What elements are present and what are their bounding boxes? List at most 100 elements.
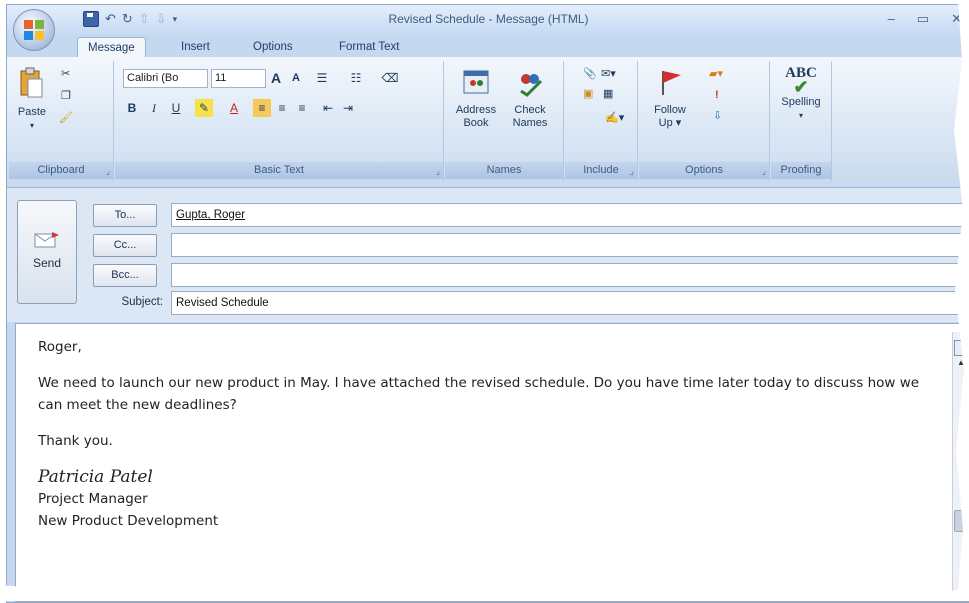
font-size-box[interactable]: 11 — [211, 69, 266, 88]
check-names-icon — [520, 74, 543, 97]
format-painter-icon[interactable]: 🖌 — [59, 111, 73, 124]
dialog-launcher-icon[interactable]: ⌟ — [106, 166, 110, 177]
redo-icon[interactable]: ↻ — [122, 11, 133, 27]
body-paragraph: We need to launch our new product in May… — [38, 375, 920, 413]
group-basic-text: Calibri (Bo 11 A A ☰ ☷ ⌫ B I U ✎ A ≡ ≡ ≡… — [115, 61, 444, 181]
dialog-launcher-icon[interactable]: ⌟ — [762, 166, 766, 177]
grow-font-button[interactable]: A — [267, 69, 285, 87]
align-left-icon[interactable]: ≡ — [253, 99, 271, 117]
cc-button[interactable]: Cc... — [93, 234, 157, 257]
bcc-button[interactable]: Bcc... — [93, 264, 157, 287]
vertical-scrollbar[interactable]: ▲ — [952, 332, 969, 601]
signature-department: New Product Development — [38, 513, 219, 529]
cc-field[interactable] — [171, 233, 969, 257]
paste-icon — [20, 67, 43, 98]
tab-options[interactable]: Options — [243, 37, 303, 57]
outlook-message-window: ↶ ↻ ⇧ ⇩ ▾ Revised Schedule - Message (HT… — [6, 4, 969, 603]
previous-item-icon[interactable]: ⇧ — [139, 11, 150, 27]
scroll-thumb[interactable] — [954, 510, 969, 532]
calendar-icon[interactable]: ▦ — [603, 87, 613, 100]
window-title: Revised Schedule - Message (HTML) — [388, 12, 589, 26]
tab-format-text[interactable]: Format Text — [329, 37, 410, 57]
bcc-field[interactable] — [171, 263, 969, 287]
ribbon-tabs: Message Insert Options Format Text — [7, 35, 969, 58]
signature-name: Patricia Patel — [38, 467, 153, 487]
italic-button[interactable]: I — [145, 99, 163, 117]
tab-insert[interactable]: Insert — [171, 37, 220, 57]
bullets-icon[interactable]: ☰ — [313, 69, 331, 87]
align-right-icon[interactable]: ≡ — [293, 99, 311, 117]
window-controls: – ▭ ✕ — [888, 11, 962, 27]
address-book-icon — [463, 70, 489, 94]
office-button[interactable] — [13, 9, 55, 51]
address-book-button[interactable]: Address Book — [451, 67, 501, 130]
view-ruler-icon[interactable] — [954, 340, 968, 356]
follow-up-button[interactable]: Follow Up ▾ — [645, 67, 695, 130]
group-label-options: Options — [639, 162, 769, 179]
decrease-indent-icon[interactable]: ⇤ — [319, 99, 337, 117]
categorize-icon[interactable]: ▰▾ — [709, 67, 723, 80]
maximize-icon[interactable]: ▭ — [917, 11, 929, 27]
scroll-up-icon[interactable]: ▲ — [953, 358, 969, 372]
underline-button[interactable]: U — [167, 99, 185, 117]
chevron-down-icon: ▾ — [29, 121, 34, 130]
check-names-button[interactable]: Check Names — [505, 67, 555, 130]
message-text: Roger, We need to launch our new product… — [38, 336, 929, 532]
group-names: Address Book Check Names Names — [445, 61, 564, 181]
spelling-icon: ABC ✔ — [785, 65, 817, 97]
dialog-launcher-icon[interactable]: ⌟ — [630, 166, 634, 177]
low-importance-icon[interactable]: ⇩ — [713, 109, 722, 122]
cut-icon[interactable]: ✂ — [61, 67, 70, 80]
recipient-name[interactable]: Gupta, Roger — [176, 209, 245, 221]
font-name-box[interactable]: Calibri (Bo — [123, 69, 208, 88]
to-field[interactable]: Gupta, Roger — [171, 203, 969, 227]
message-body[interactable]: Roger, We need to launch our new product… — [15, 323, 969, 602]
paste-button[interactable]: Paste ▾ — [13, 67, 51, 132]
save-icon[interactable] — [83, 11, 99, 27]
shrink-font-button[interactable]: A — [287, 69, 305, 87]
title-bar: ↶ ↻ ⇧ ⇩ ▾ Revised Schedule - Message (HT… — [7, 5, 969, 35]
greeting: Roger, — [38, 339, 82, 355]
increase-indent-icon[interactable]: ⇥ — [339, 99, 357, 117]
signature-icon[interactable]: ✍▾ — [605, 111, 624, 124]
bold-button[interactable]: B — [123, 99, 141, 117]
group-clipboard: Paste ▾ ✂ ❐ 🖌 Clipboard ⌟ — [9, 61, 114, 181]
tab-message[interactable]: Message — [77, 37, 146, 58]
group-proofing: ABC ✔ Spelling ▾ Proofing — [771, 61, 832, 181]
group-label-proofing: Proofing — [771, 162, 831, 179]
undo-icon[interactable]: ↶ — [105, 11, 116, 27]
next-item-icon[interactable]: ⇩ — [156, 11, 167, 27]
customize-toolbar-icon[interactable]: ▾ — [173, 14, 178, 25]
numbering-icon[interactable]: ☷ — [347, 69, 365, 87]
align-center-icon[interactable]: ≡ — [273, 99, 291, 117]
close-icon[interactable]: ✕ — [951, 11, 962, 27]
subject-label: Subject: — [121, 296, 163, 308]
group-label-names: Names — [445, 162, 563, 179]
group-label-clipboard: Clipboard — [9, 162, 113, 179]
group-include: 📎 ✉▾ ▣ ▦ ✍▾ Include ⌟ — [565, 61, 638, 181]
to-button[interactable]: To... — [93, 204, 157, 227]
group-options: Follow Up ▾ ▰▾ ! ⇩ Options ⌟ — [639, 61, 770, 181]
copy-icon[interactable]: ❐ — [61, 89, 71, 102]
office-logo-icon — [24, 20, 44, 40]
highlight-icon[interactable]: ✎ — [195, 99, 213, 117]
message-header: Send To... Cc... Bcc... Gupta, Roger Sub… — [7, 188, 969, 322]
dialog-launcher-icon[interactable]: ⌟ — [436, 166, 440, 177]
group-label-basic-text: Basic Text — [115, 162, 443, 179]
minimize-icon[interactable]: – — [888, 11, 895, 27]
follow-up-flag-icon — [662, 71, 681, 95]
chevron-down-icon: ▾ — [798, 111, 803, 120]
font-color-icon[interactable]: A — [225, 99, 243, 117]
subject-field[interactable]: Revised Schedule — [171, 291, 969, 315]
attach-file-icon[interactable]: 📎 — [583, 67, 597, 80]
signature-title: Project Manager — [38, 491, 148, 507]
send-button[interactable]: Send — [17, 200, 77, 304]
group-label-include: Include — [565, 162, 637, 179]
high-importance-icon[interactable]: ! — [715, 89, 719, 101]
clear-formatting-icon[interactable]: ⌫ — [381, 69, 399, 87]
business-card-icon[interactable]: ▣ — [583, 87, 593, 100]
quick-access-toolbar: ↶ ↻ ⇧ ⇩ ▾ — [83, 11, 177, 27]
attach-item-icon[interactable]: ✉▾ — [601, 67, 616, 80]
send-icon — [34, 232, 59, 248]
spelling-button[interactable]: ABC ✔ Spelling ▾ — [775, 65, 827, 122]
